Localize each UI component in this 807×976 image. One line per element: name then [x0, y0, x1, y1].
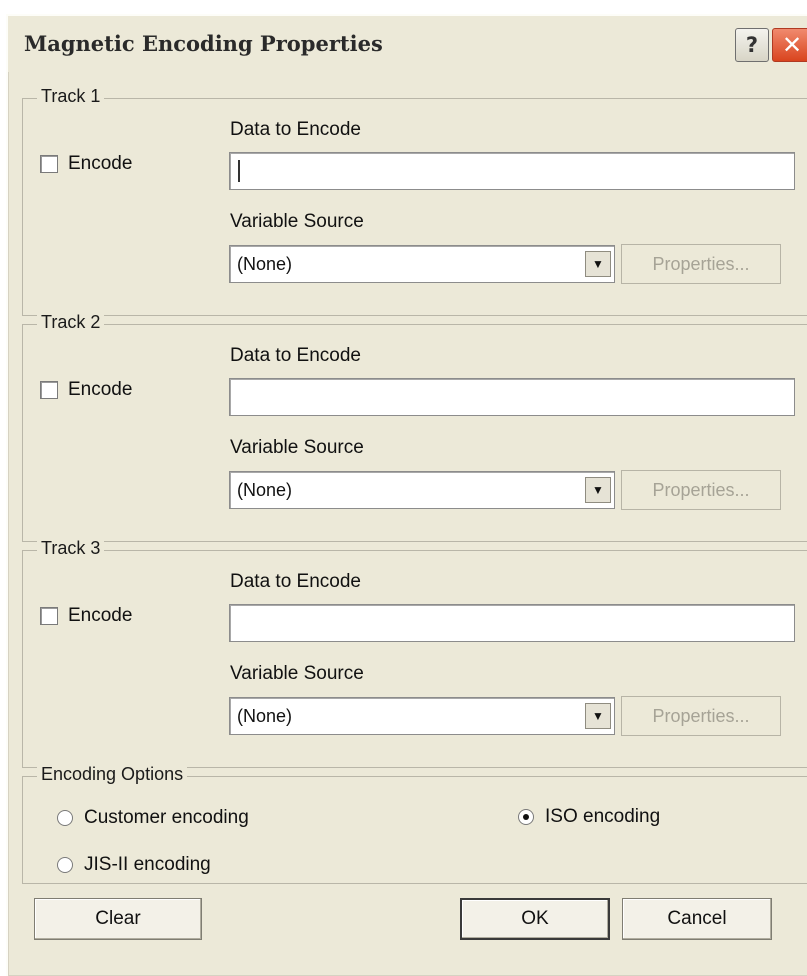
customer-encoding-radio[interactable]: Customer encoding: [57, 807, 249, 829]
encoding-options-group: Encoding Options Customer encoding ISO e…: [22, 764, 807, 884]
customer-encoding-label: Customer encoding: [84, 807, 249, 828]
iso-encoding-radio[interactable]: ISO encoding: [518, 806, 660, 828]
track-3-group: Track 3 Encode Data to Encode Variable S…: [22, 538, 807, 768]
data-to-encode-label: Data to Encode: [230, 345, 361, 366]
checkbox-box[interactable]: [40, 381, 58, 399]
select-value: (None): [237, 254, 293, 274]
checkbox-box[interactable]: [40, 155, 58, 173]
variable-source-label: Variable Source: [230, 663, 364, 684]
track-1-properties-button[interactable]: Properties...: [621, 244, 781, 284]
chevron-down-icon[interactable]: ▼: [585, 477, 611, 503]
track-2-encode-checkbox[interactable]: Encode: [40, 379, 132, 401]
track-2-legend: Track 2: [37, 312, 105, 333]
track-2-data-input[interactable]: [229, 378, 795, 416]
checkbox-box[interactable]: [40, 607, 58, 625]
chevron-down-icon[interactable]: ▼: [585, 703, 611, 729]
ok-button[interactable]: OK: [460, 898, 610, 940]
track-2-variable-source-select[interactable]: (None) ▼: [229, 471, 615, 509]
track-1-encode-checkbox[interactable]: Encode: [40, 153, 132, 175]
dialog-window: Magnetic Encoding Properties ? ✕ Track 1…: [6, 14, 807, 976]
track-1-data-input[interactable]: [229, 152, 795, 190]
select-value: (None): [237, 480, 293, 500]
dialog-title: Magnetic Encoding Properties: [24, 31, 383, 56]
track-2-group: Track 2 Encode Data to Encode Variable S…: [22, 312, 807, 542]
cancel-button[interactable]: Cancel: [622, 898, 772, 940]
track-3-variable-source-select[interactable]: (None) ▼: [229, 697, 615, 735]
close-icon: ✕: [781, 31, 803, 59]
radio-indicator-selected[interactable]: [518, 809, 534, 825]
close-button[interactable]: ✕: [772, 28, 807, 62]
encode-label: Encode: [68, 153, 133, 174]
variable-source-label: Variable Source: [230, 437, 364, 458]
radio-indicator[interactable]: [57, 857, 73, 873]
jis-encoding-label: JIS-II encoding: [84, 854, 211, 875]
select-value: (None): [237, 706, 293, 726]
help-button[interactable]: ?: [735, 28, 769, 62]
jis-encoding-radio[interactable]: JIS-II encoding: [57, 854, 211, 876]
track-3-legend: Track 3: [37, 538, 105, 559]
variable-source-label: Variable Source: [230, 211, 364, 232]
track-1-legend: Track 1: [37, 86, 105, 107]
encode-label: Encode: [68, 605, 133, 626]
data-to-encode-label: Data to Encode: [230, 571, 361, 592]
radio-indicator[interactable]: [57, 810, 73, 826]
encode-label: Encode: [68, 379, 133, 400]
data-to-encode-label: Data to Encode: [230, 119, 361, 140]
track-1-variable-source-select[interactable]: (None) ▼: [229, 245, 615, 283]
title-bar: Magnetic Encoding Properties ? ✕: [8, 16, 807, 72]
chevron-down-icon[interactable]: ▼: [585, 251, 611, 277]
track-3-data-input[interactable]: [229, 604, 795, 642]
text-caret: [238, 160, 240, 182]
clear-button[interactable]: Clear: [34, 898, 202, 940]
track-1-group: Track 1 Encode Data to Encode Variable S…: [22, 86, 807, 316]
question-mark-icon: ?: [745, 33, 759, 57]
encoding-options-legend: Encoding Options: [37, 764, 188, 785]
track-3-properties-button[interactable]: Properties...: [621, 696, 781, 736]
track-3-encode-checkbox[interactable]: Encode: [40, 605, 132, 627]
iso-encoding-label: ISO encoding: [545, 806, 661, 827]
track-2-properties-button[interactable]: Properties...: [621, 470, 781, 510]
